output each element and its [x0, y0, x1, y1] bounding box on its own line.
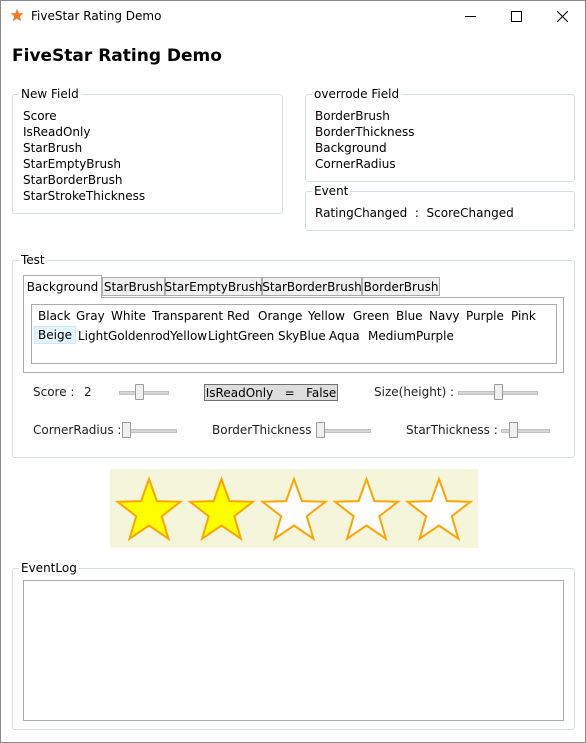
color-item-selected[interactable]: Beige — [34, 326, 76, 344]
page-title: FiveStar Rating Demo — [12, 46, 222, 66]
cornerradius-slider[interactable] — [122, 422, 177, 438]
score-value: 2 — [84, 385, 92, 399]
five-star-rating[interactable] — [110, 469, 478, 548]
color-item[interactable]: Transparent — [148, 307, 227, 325]
overrode-field-item: BorderThickness — [315, 125, 415, 139]
cornerradius-label: CornerRadius : — [33, 423, 122, 437]
maximize-button[interactable] — [493, 1, 539, 32]
slider-thumb[interactable] — [509, 422, 518, 438]
event-log-textbox[interactable] — [23, 580, 564, 721]
test-legend: Test — [21, 253, 45, 267]
isreadonly-button[interactable]: IsReadOnly = False — [204, 384, 338, 401]
star-icon — [10, 8, 24, 25]
maximize-icon — [510, 11, 522, 22]
starthickness-slider[interactable] — [501, 422, 550, 438]
color-item[interactable]: LightGoldenrodYellow — [74, 327, 211, 345]
stars-canvas — [114, 476, 474, 542]
size-label: Size(height) : — [374, 385, 455, 399]
color-item[interactable]: Black — [34, 307, 74, 325]
new-field-item: StarBrush — [23, 141, 83, 155]
color-item[interactable]: Orange — [254, 307, 306, 325]
color-item[interactable]: Gray — [72, 307, 109, 325]
color-item[interactable]: Blue — [392, 307, 427, 325]
new-field-item: StarEmptyBrush — [23, 157, 121, 171]
color-item[interactable]: Yellow — [304, 307, 349, 325]
color-item[interactable]: Navy — [425, 307, 464, 325]
color-item[interactable]: Green — [349, 307, 393, 325]
color-item[interactable]: LightGreen — [204, 327, 278, 345]
size-slider[interactable] — [458, 384, 538, 400]
minimize-button[interactable] — [447, 1, 493, 32]
event-text: RatingChanged : ScoreChanged — [315, 206, 514, 220]
score-slider[interactable] — [119, 384, 169, 400]
color-item[interactable]: SkyBlue — [274, 327, 330, 345]
app-window: FiveStar Rating Demo FiveStar Rating Dem… — [0, 0, 586, 743]
color-item[interactable]: White — [107, 307, 150, 325]
star-empty-icon[interactable] — [332, 476, 401, 542]
new-field-item: Score — [23, 109, 57, 123]
new-field-legend: New Field — [21, 87, 79, 101]
tab-borderbrush[interactable]: BorderBrush — [362, 277, 440, 296]
star-filled-icon[interactable] — [114, 476, 184, 542]
slider-thumb[interactable] — [122, 422, 131, 438]
borderthickness-slider[interactable] — [316, 422, 371, 438]
color-item[interactable]: Aqua — [325, 327, 364, 345]
overrode-field-legend: overrode Field — [314, 87, 400, 101]
title-bar[interactable]: FiveStar Rating Demo — [1, 1, 585, 32]
slider-thumb[interactable] — [316, 422, 325, 438]
starthickness-label: StarThickness : — [406, 423, 498, 437]
eventlog-legend: EventLog — [21, 561, 77, 575]
tab-staremptybrush[interactable]: StarEmptyBrush — [165, 277, 262, 296]
overrode-field-item: BorderBrush — [315, 109, 390, 123]
new-field-item: IsReadOnly — [23, 125, 91, 139]
borderthickness-label: BorderThickness : — [212, 423, 320, 437]
new-field-item: StarStrokeThickness — [23, 189, 146, 203]
minimize-icon — [464, 16, 476, 17]
overrode-field-item: Background — [315, 141, 387, 155]
color-item[interactable]: Red — [223, 307, 254, 325]
tab-starborderbrush[interactable]: StarBorderBrush — [262, 277, 362, 296]
close-button[interactable] — [539, 1, 585, 32]
overrode-field-item: CornerRadius — [315, 157, 396, 171]
new-field-item: StarBorderBrush — [23, 173, 123, 187]
tab-background[interactable]: Background — [23, 275, 102, 298]
tab-starbrush[interactable]: StarBrush — [102, 277, 165, 296]
event-legend: Event — [314, 184, 349, 198]
color-item[interactable]: Pink — [507, 307, 540, 325]
window-title: FiveStar Rating Demo — [31, 9, 162, 23]
score-label: Score : — [33, 385, 75, 399]
star-empty-icon[interactable] — [404, 476, 474, 542]
color-item[interactable]: MediumPurple — [364, 327, 458, 345]
star-empty-icon[interactable] — [259, 476, 329, 542]
slider-thumb[interactable] — [494, 384, 503, 400]
close-icon — [556, 11, 568, 22]
slider-track — [119, 391, 169, 395]
color-item[interactable]: Purple — [462, 307, 508, 325]
star-filled-icon[interactable] — [187, 476, 256, 542]
slider-thumb[interactable] — [135, 384, 144, 400]
